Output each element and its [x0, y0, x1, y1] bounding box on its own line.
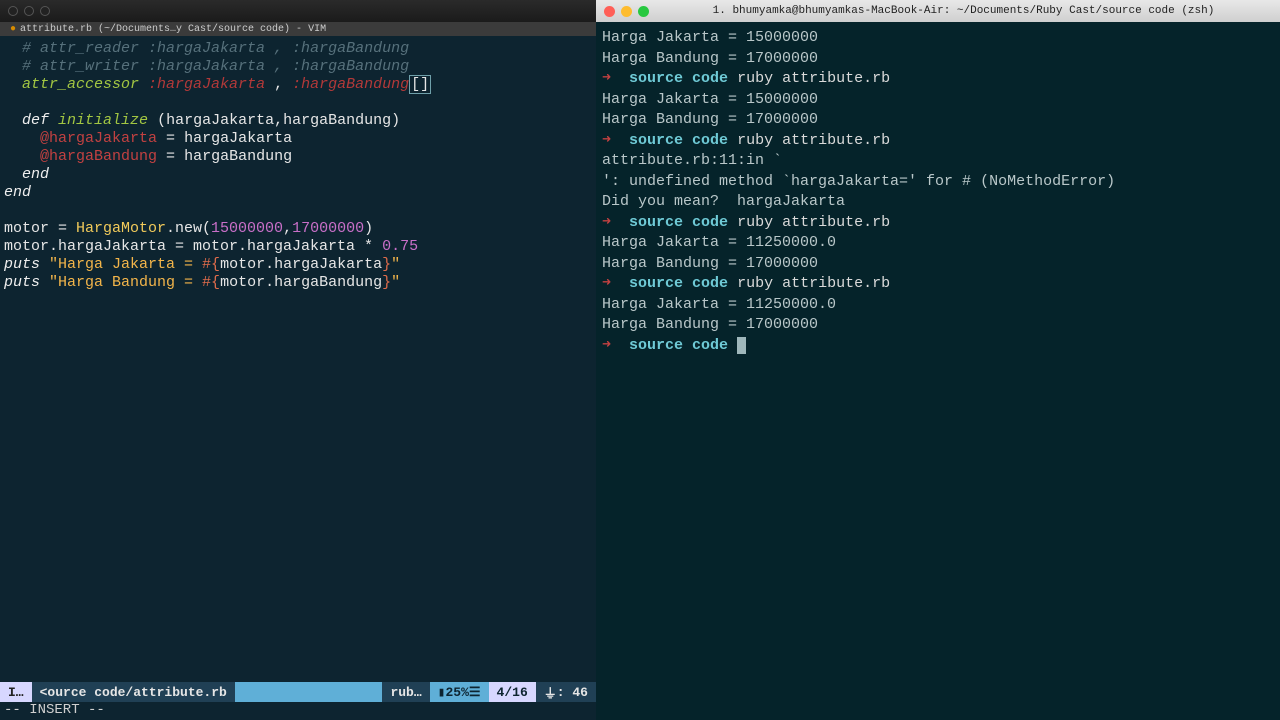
- terminal-cursor: [737, 337, 746, 354]
- terminal-title: 1. bhumyamka@bhumyamkas-MacBook-Air: ~/D…: [655, 5, 1272, 17]
- statusbar-col: ⏚ : 46: [536, 682, 596, 702]
- traffic-light-max-icon[interactable]: [638, 6, 649, 17]
- statusbar-mode-badge: I…: [0, 682, 32, 702]
- traffic-light-close-icon[interactable]: [8, 6, 18, 16]
- traffic-light-min-icon[interactable]: [621, 6, 632, 17]
- traffic-light-max-icon[interactable]: [40, 6, 50, 16]
- vim-tab[interactable]: ● attribute.rb (~/Documents…y Cast/sourc…: [0, 22, 596, 36]
- traffic-light-min-icon[interactable]: [24, 6, 34, 16]
- vim-code-area[interactable]: # attr_reader :hargaJakarta , :hargaBand…: [0, 36, 596, 682]
- file-icon: ●: [10, 24, 16, 35]
- col-icon: ⏚: [544, 683, 557, 702]
- vim-editor-pane: ● attribute.rb (~/Documents…y Cast/sourc…: [0, 0, 596, 720]
- statusbar-filetype: rub…: [382, 682, 429, 702]
- statusbar-path: <ource code/attribute.rb: [32, 682, 235, 702]
- terminal-titlebar: 1. bhumyamka@bhumyamkas-MacBook-Air: ~/D…: [596, 0, 1280, 22]
- statusbar-percent: ▮ 25% ☰: [430, 682, 489, 702]
- statusbar-line-ratio: 4/16: [489, 682, 536, 702]
- vim-tab-label: attribute.rb (~/Documents…y Cast/source …: [20, 24, 326, 35]
- traffic-light-close-icon[interactable]: [604, 6, 615, 17]
- percent-icon: ▮: [438, 685, 446, 700]
- terminal-output-area[interactable]: Harga Jakarta = 15000000 Harga Bandung =…: [596, 22, 1280, 720]
- vim-statusbar: I… <ource code/attribute.rb rub… ▮ 25% ☰…: [0, 682, 596, 702]
- vim-os-titlebar: [0, 0, 596, 22]
- vim-modeline: -- INSERT --: [0, 702, 596, 720]
- terminal-pane: 1. bhumyamka@bhumyamkas-MacBook-Air: ~/D…: [596, 0, 1280, 720]
